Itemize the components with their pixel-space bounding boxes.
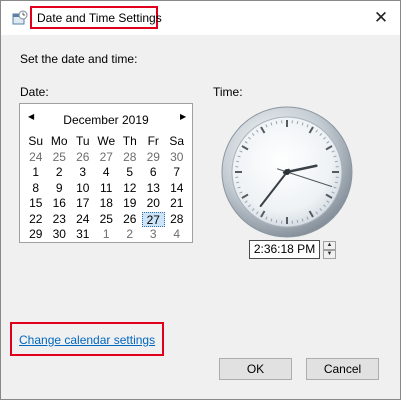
calendar-day[interactable]: 4 [95, 165, 119, 180]
calendar-week-row: 8 9 10 11 12 13 14 [24, 181, 189, 197]
calendar-day[interactable]: 3 [142, 227, 166, 242]
weekday-header-row: Su Mo Tu We Th Fr Sa [24, 134, 189, 150]
minute-tick [236, 181, 240, 184]
time-increment-button[interactable]: ▲ [323, 241, 336, 250]
calendar-day[interactable]: 18 [95, 196, 119, 211]
calendar-grid: Su Mo Tu We Th Fr Sa 24 25 26 27 28 29 30 1 2 3 4 5 6 7 8 9 10 1… [24, 134, 189, 243]
calendar-day[interactable]: 12 [118, 181, 142, 196]
calendar-day[interactable]: 15 [24, 196, 48, 211]
close-button[interactable]: ✕ [367, 6, 395, 30]
calendar-day[interactable]: 2 [118, 227, 142, 242]
calendar-day[interactable]: 4 [165, 227, 189, 242]
weekday-label: Mo [50, 134, 68, 148]
calendar-day[interactable]: 3 [71, 165, 95, 180]
minute-tick [236, 160, 240, 163]
calendar-day[interactable]: 25 [48, 150, 72, 165]
calendar-day[interactable]: 16 [48, 196, 72, 211]
calendar-day[interactable]: 17 [71, 196, 95, 211]
calendar-day[interactable]: 8 [24, 181, 48, 196]
minute-tick [275, 121, 278, 125]
calendar-day[interactable]: 26 [118, 212, 142, 227]
calendar-day[interactable]: 24 [71, 212, 95, 227]
calendar-day[interactable]: 27 [95, 150, 119, 165]
calendar-day[interactable]: 19 [118, 196, 142, 211]
time-input[interactable]: 2:36:18 PM [249, 240, 320, 259]
calendar-week-row: 29 30 31 1 2 3 4 [24, 227, 189, 243]
weekday-label: Fr [147, 134, 159, 148]
calendar-day[interactable]: 25 [95, 212, 119, 227]
calendar-week-row: 24 25 26 27 28 29 30 [24, 150, 189, 166]
calendar-day[interactable]: 11 [95, 181, 119, 196]
dialog-body: Set the date and time: Date: Time: ◀ Dec… [1, 35, 400, 399]
change-calendar-settings-link[interactable]: Change calendar settings [19, 333, 155, 347]
minute-tick [296, 219, 299, 223]
calendar-day[interactable]: 21 [165, 196, 189, 211]
time-decrement-button[interactable]: ▼ [323, 250, 336, 259]
date-label: Date: [20, 85, 49, 99]
weekday-label: Su [28, 134, 44, 148]
link-highlight: Change calendar settings [10, 322, 164, 356]
ok-button[interactable]: OK [219, 358, 292, 380]
calendar-day[interactable]: 10 [71, 181, 95, 196]
calendar-week-row: 15 16 17 18 19 20 21 [24, 196, 189, 212]
previous-month-button[interactable]: ◀ [28, 112, 34, 121]
calendar-day[interactable]: 22 [24, 212, 48, 227]
calendar-day[interactable]: 23 [48, 212, 72, 227]
cancel-button[interactable]: Cancel [306, 358, 379, 380]
title-highlight: Date and Time Settings [30, 6, 162, 29]
calendar-day[interactable]: 2 [48, 165, 72, 180]
calendar-week-row: 1234567 [24, 165, 189, 181]
calendar-day[interactable]: 1 [24, 165, 48, 180]
calendar: ◀ December 2019 ▶ Su Mo Tu We Th Fr Sa 24 25 26 27… [19, 103, 193, 243]
weekday-label: We [97, 134, 116, 148]
calendar-day[interactable]: 29 [142, 150, 166, 165]
calendar-day[interactable]: 26 [71, 150, 95, 165]
calendar-day[interactable]: 13 [142, 181, 166, 196]
close-icon: ✕ [373, 8, 389, 27]
calendar-day[interactable]: 6 [142, 165, 166, 180]
clock-center [284, 169, 290, 175]
minute-tick [296, 121, 299, 125]
clock-face [221, 106, 353, 238]
minute-tick [275, 219, 278, 223]
chevron-up-icon: ▲ [326, 242, 333, 248]
calendar-week-row: 22 23 24 25 26 27 28 [24, 211, 189, 228]
chevron-down-icon: ▼ [326, 251, 333, 257]
analog-clock [220, 105, 354, 239]
calendar-day[interactable]: 5 [118, 165, 142, 180]
calendar-month-title[interactable]: December 2019 [50, 113, 162, 127]
calendar-day[interactable]: 14 [165, 181, 189, 196]
window-title: Date and Time Settings [37, 11, 162, 25]
date-time-settings-dialog: Date and Time Settings ✕ Set the date an… [0, 0, 401, 400]
minute-tick [334, 181, 338, 184]
weekday-label: Tu [75, 134, 90, 148]
calendar-day[interactable]: 31 [71, 227, 95, 242]
calendar-day[interactable]: 30 [165, 150, 189, 165]
calendar-day[interactable]: 29 [24, 227, 48, 242]
title-bar: Date and Time Settings ✕ [1, 1, 400, 35]
calendar-day-selected[interactable]: 27 [141, 211, 165, 227]
calendar-day[interactable]: 1 [95, 227, 119, 242]
calendar-day[interactable]: 28 [118, 150, 142, 165]
calendar-day[interactable]: 7 [165, 165, 189, 180]
calendar-day[interactable]: 28 [165, 212, 189, 227]
calendar-day[interactable]: 30 [48, 227, 72, 242]
weekday-label: Th [122, 134, 137, 148]
time-label: Time: [213, 85, 243, 99]
instruction-text: Set the date and time: [20, 52, 138, 66]
calendar-day[interactable]: 20 [142, 196, 166, 211]
weekday-label: Sa [169, 134, 185, 148]
minute-tick [334, 160, 338, 163]
next-month-button[interactable]: ▶ [180, 112, 186, 121]
calendar-day[interactable]: 24 [24, 150, 48, 165]
calendar-day[interactable]: 9 [48, 181, 72, 196]
date-time-app-icon [12, 10, 28, 25]
